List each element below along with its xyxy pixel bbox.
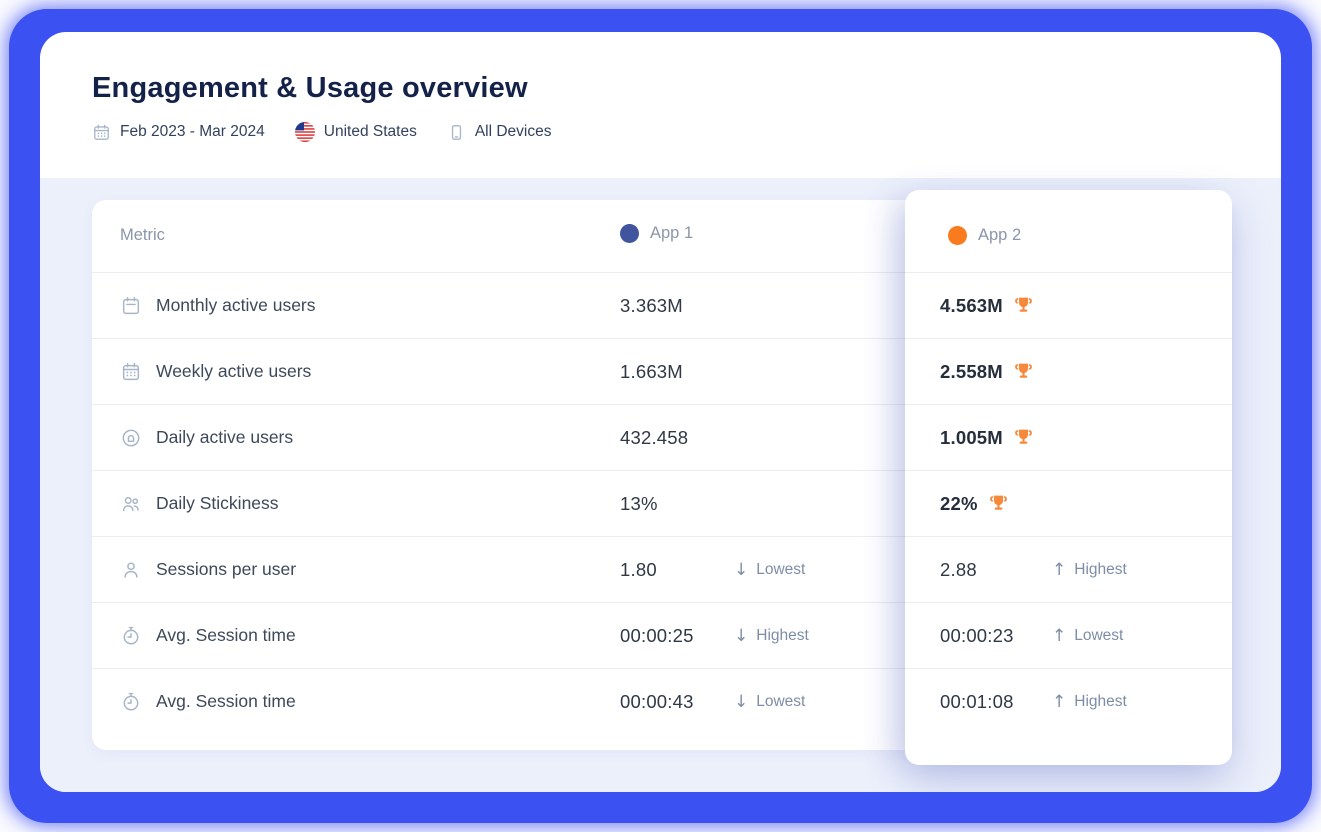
rank-badge-label: Lowest: [756, 561, 805, 579]
app2-value: 00:01:08: [940, 691, 1014, 713]
metric-cell: Sessions per user: [120, 537, 296, 602]
rank-badge-label: Lowest: [1074, 627, 1123, 645]
metric-label: Monthly active users: [156, 295, 316, 316]
app1-column-header: App 1: [620, 224, 693, 243]
daily-active-icon: [120, 427, 142, 449]
app2-value: 2.88: [940, 559, 977, 581]
app2-table-row: 22%: [905, 470, 1232, 536]
devices-filter[interactable]: All Devices: [447, 123, 552, 142]
app2-value: 1.005M: [940, 427, 1003, 449]
metric-label: Avg. Session time: [156, 625, 296, 646]
date-range-label: Feb 2023 - Mar 2024: [120, 123, 265, 141]
us-flag-icon: [295, 122, 315, 142]
date-range-filter[interactable]: Feb 2023 - Mar 2024: [92, 123, 265, 142]
rank-badge: ↓ Lowest: [734, 537, 805, 602]
app1-value: 3.363M: [620, 295, 683, 317]
arrow-up-icon: ↑: [1052, 560, 1066, 580]
app1-value: 00:00:25: [620, 625, 694, 647]
metric-column-header: Metric: [120, 226, 165, 245]
metric-label: Avg. Session time: [156, 691, 296, 712]
app1-legend-dot-icon: [620, 224, 639, 243]
metric-label: Weekly active users: [156, 361, 311, 382]
arrow-up-icon: ↑: [1052, 626, 1066, 646]
app1-value: 13%: [620, 493, 658, 515]
metric-cell: Avg. Session time: [120, 603, 296, 668]
stopwatch-icon: [120, 625, 142, 647]
arrow-down-icon: ↓: [734, 560, 748, 580]
trophy-icon: [1012, 426, 1035, 449]
calendar-month-icon: [120, 295, 142, 317]
app2-table-row: 00:00:23 ↑ Lowest: [905, 602, 1232, 668]
stopwatch-icon: [120, 691, 142, 713]
rank-badge-label: Highest: [1074, 693, 1127, 711]
app2-value: 00:00:23: [940, 625, 1014, 647]
country-filter[interactable]: United States: [295, 122, 417, 142]
calendar-week-icon: [120, 361, 142, 383]
arrow-down-icon: ↓: [734, 692, 748, 712]
app2-table-row: 2.558M: [905, 338, 1232, 404]
app2-column-card: App 2 4.563M 2.558M 1.005M 22% 2.88 ↑ Hig…: [905, 190, 1232, 765]
metric-label: Sessions per user: [156, 559, 296, 580]
user-icon: [120, 559, 142, 581]
rank-badge: ↓ Lowest: [734, 669, 805, 734]
metric-cell: Daily active users: [120, 405, 293, 470]
app2-legend-dot-icon: [948, 226, 967, 245]
trophy-icon: [1012, 294, 1035, 317]
metric-label: Daily active users: [156, 427, 293, 448]
rank-badge: ↓ Highest: [734, 603, 809, 668]
app1-value: 1.663M: [620, 361, 683, 383]
dashboard-body: Metric App 1 Monthly active users 3.363M…: [40, 178, 1281, 792]
app2-table-row: 4.563M: [905, 272, 1232, 338]
arrow-up-icon: ↑: [1052, 692, 1066, 712]
trophy-icon: [1012, 360, 1035, 383]
users-icon: [120, 493, 142, 515]
app2-table-row: 00:01:08 ↑ Highest: [905, 668, 1232, 734]
arrow-down-icon: ↓: [734, 626, 748, 646]
mobile-device-icon: [447, 123, 466, 142]
app2-value: 2.558M: [940, 361, 1003, 383]
app2-label: App 2: [978, 226, 1021, 245]
rank-badge-label: Lowest: [756, 693, 805, 711]
app2-table-row: 2.88 ↑ Highest: [905, 536, 1232, 602]
app1-value: 1.80: [620, 559, 657, 581]
country-label: United States: [324, 123, 417, 141]
devices-label: All Devices: [475, 123, 552, 141]
page-title: Engagement & Usage overview: [92, 72, 1281, 105]
metric-cell: Weekly active users: [120, 339, 311, 404]
app2-value: 4.563M: [940, 295, 1003, 317]
app2-column-header: App 2: [948, 226, 1021, 245]
app1-value: 432.458: [620, 427, 688, 449]
metric-cell: Daily Stickiness: [120, 471, 279, 536]
filter-row: Feb 2023 - Mar 2024: [92, 122, 1281, 142]
dashboard-window: Engagement & Usage overview Feb 2023 - M…: [40, 32, 1281, 792]
rank-badge-label: Highest: [1074, 561, 1127, 579]
app2-header: App 2: [905, 190, 1232, 272]
app1-label: App 1: [650, 224, 693, 243]
app1-value: 00:00:43: [620, 691, 694, 713]
metric-cell: Monthly active users: [120, 273, 316, 338]
rank-badge: ↑ Highest: [1052, 537, 1127, 602]
trophy-icon: [987, 492, 1010, 515]
metric-cell: Avg. Session time: [120, 669, 296, 734]
metric-label: Daily Stickiness: [156, 493, 279, 514]
rank-badge: ↑ Highest: [1052, 669, 1127, 734]
rank-badge: ↑ Lowest: [1052, 603, 1123, 668]
screenshot-stage: Engagement & Usage overview Feb 2023 - M…: [0, 0, 1321, 832]
app2-value: 22%: [940, 493, 978, 515]
rank-badge-label: Highest: [756, 627, 809, 645]
page-header: Engagement & Usage overview Feb 2023 - M…: [40, 32, 1281, 142]
app2-table-row: 1.005M: [905, 404, 1232, 470]
calendar-icon: [92, 123, 111, 142]
